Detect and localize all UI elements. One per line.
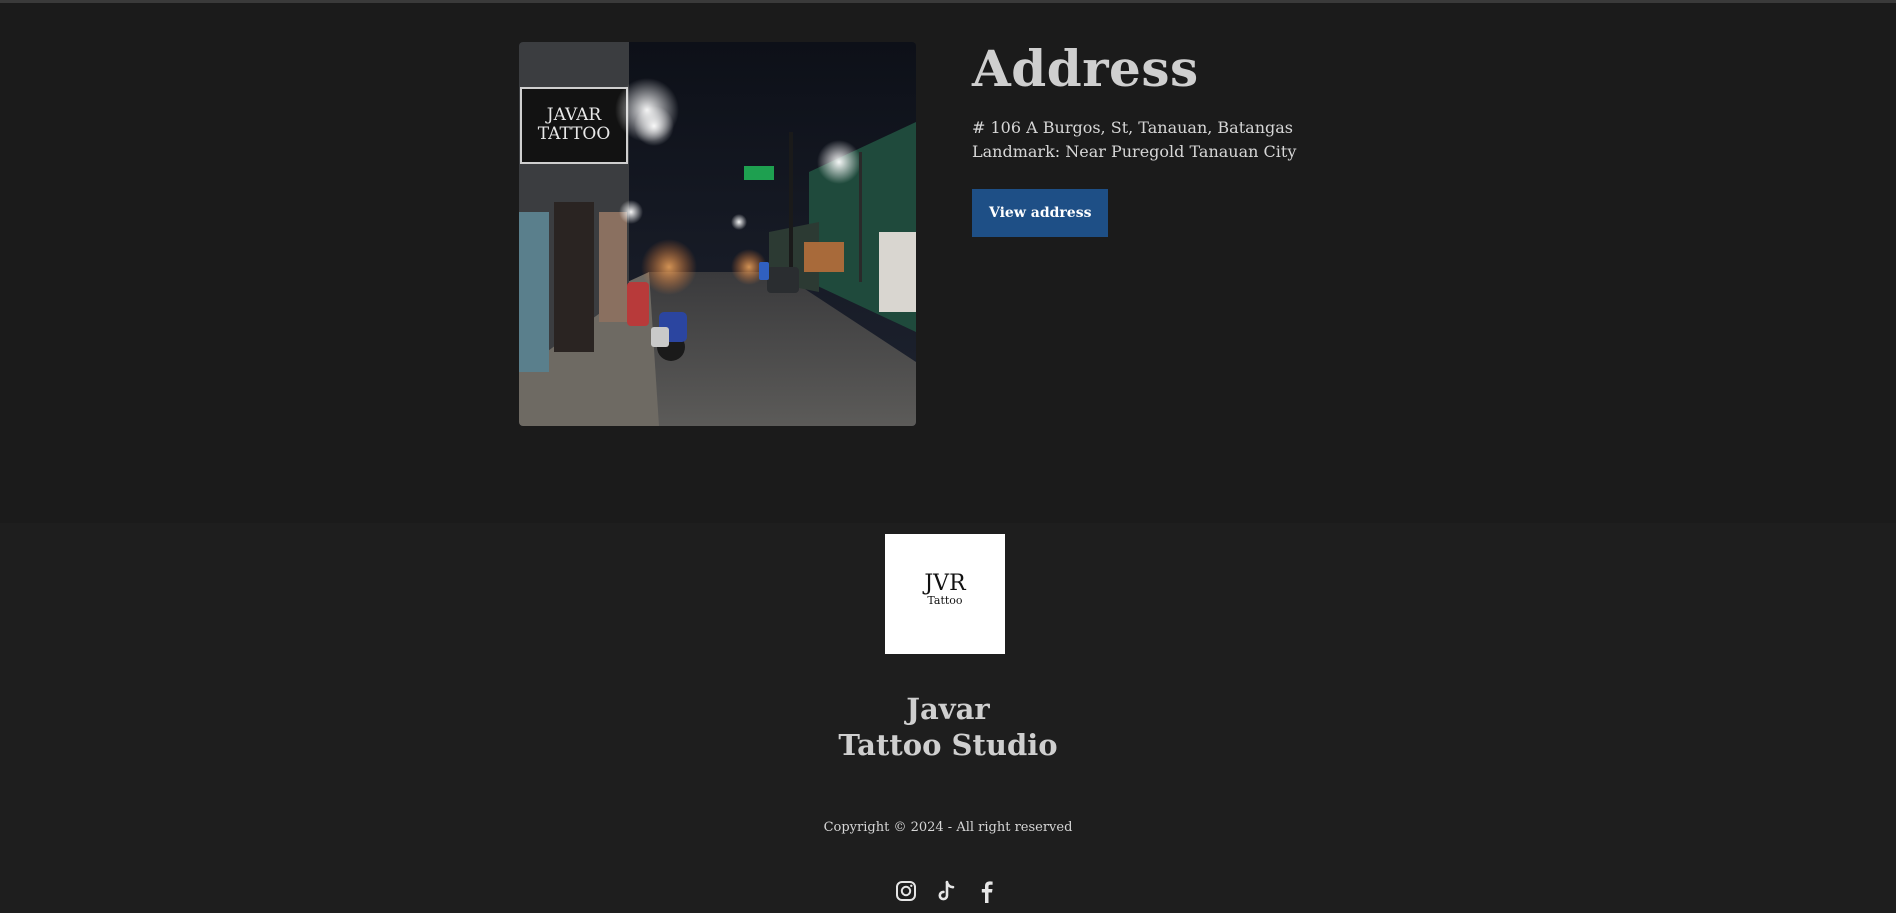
studio-logo[interactable]: JVR Tattoo <box>885 534 1005 654</box>
footer: JVR Tattoo Javar Tattoo Studio Copyright… <box>0 523 1896 913</box>
address-section: JAVAR TATTOO Address # 106 A Burgos, St,… <box>0 3 1896 523</box>
studio-name-line2: Tattoo Studio <box>838 728 1058 762</box>
studio-name-line1: Javar <box>906 692 990 726</box>
copyright-text: Copyright © 2024 - All right reserved <box>823 820 1073 835</box>
sign-text-line2: TATTOO <box>538 124 611 144</box>
address-landmark: Landmark: Near Puregold Tanauan City <box>972 142 1297 161</box>
social-links <box>893 878 1003 906</box>
facebook-icon[interactable] <box>973 878 999 904</box>
sign-text-line1: JAVAR <box>545 105 603 125</box>
storefront-photo: JAVAR TATTOO <box>519 42 916 426</box>
logo-main-text: JVR <box>924 571 966 596</box>
studio-name: Javar Tattoo Studio <box>748 691 1148 763</box>
address-heading: Address <box>972 39 1199 98</box>
address-lines: # 106 A Burgos, St, Tanauan, Batangas La… <box>972 116 1472 164</box>
address-info: Address # 106 A Burgos, St, Tanauan, Bat… <box>972 39 1472 237</box>
address-street: # 106 A Burgos, St, Tanauan, Batangas <box>972 118 1293 137</box>
logo-sub-text: Tattoo <box>927 594 963 607</box>
instagram-icon[interactable] <box>893 878 919 904</box>
view-address-button[interactable]: View address <box>972 189 1109 237</box>
tiktok-icon[interactable] <box>933 878 959 904</box>
